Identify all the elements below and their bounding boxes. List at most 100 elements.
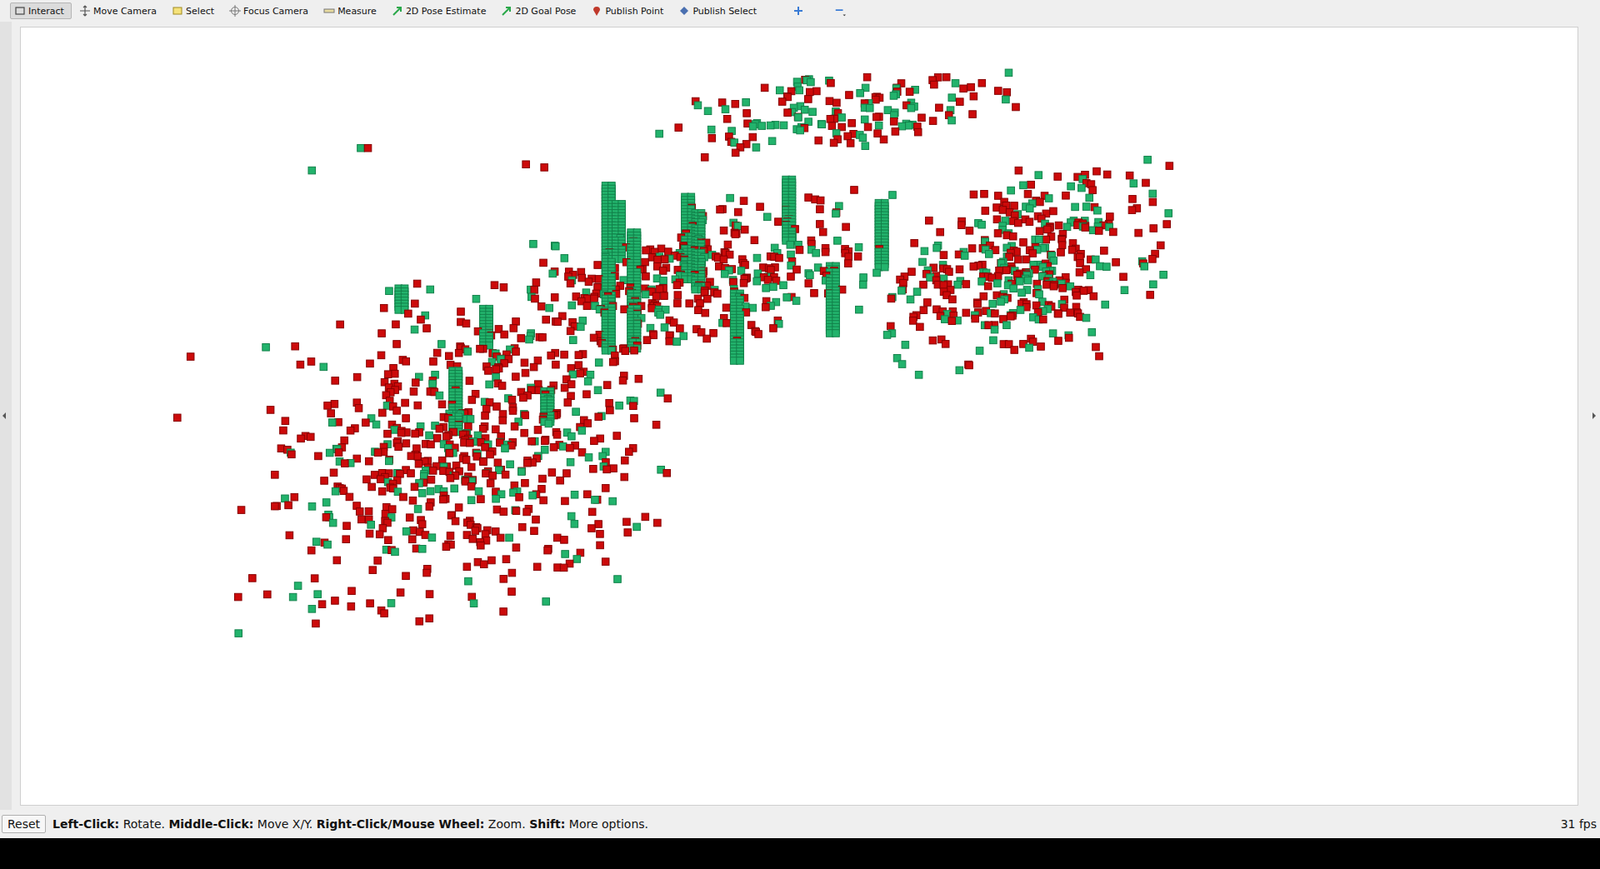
voxel [429, 467, 437, 475]
voxel [1144, 155, 1152, 164]
voxel [750, 236, 759, 245]
tool-button[interactable]: 2D Goal Pose [496, 2, 584, 20]
voxel [390, 426, 399, 435]
voxel [534, 426, 542, 435]
voxel [530, 286, 539, 295]
voxel [590, 334, 598, 342]
tool-button[interactable]: Focus Camera [225, 2, 316, 20]
voxel [883, 331, 891, 340]
tool-button[interactable]: Move Camera [75, 2, 165, 20]
voxel [315, 452, 323, 460]
voxel [898, 360, 906, 369]
tool-button[interactable]: Interact [10, 2, 72, 20]
voxel [860, 274, 868, 282]
voxel [1020, 181, 1028, 190]
voxel [446, 475, 455, 483]
voxel [377, 351, 385, 360]
voxel [1016, 277, 1025, 285]
voxel [1012, 103, 1020, 111]
voxel [845, 91, 854, 100]
voxel [328, 419, 336, 427]
voxel [465, 377, 474, 385]
voxel [936, 228, 945, 236]
voxel [740, 225, 749, 234]
voxel [828, 122, 836, 130]
voxel [1057, 249, 1065, 257]
voxel [1080, 287, 1088, 295]
voxel [493, 505, 501, 514]
voxel [610, 358, 618, 366]
voxel [570, 491, 579, 500]
voxel [920, 306, 928, 315]
voxel [568, 432, 576, 440]
voxel [749, 122, 757, 130]
voxel [990, 325, 999, 334]
voxel [696, 300, 705, 308]
voxel [845, 253, 853, 261]
voxel [601, 485, 610, 493]
voxel [994, 280, 1002, 288]
voxel [935, 104, 944, 112]
voxel [620, 473, 629, 481]
voxel [1096, 262, 1105, 270]
left-dock-toggle[interactable] [0, 21, 20, 810]
voxel [327, 410, 335, 418]
tool-button[interactable]: 2D Pose Estimate [387, 2, 495, 20]
voxel [731, 100, 740, 108]
voxel [1059, 285, 1067, 293]
add-tool-icon[interactable] [792, 5, 805, 17]
voxel [793, 265, 801, 274]
voxel [948, 317, 956, 325]
tool-button[interactable]: Select [167, 2, 222, 20]
voxel [1027, 180, 1035, 189]
render-view[interactable] [20, 26, 1579, 806]
voxel [480, 458, 488, 466]
voxel [969, 110, 977, 119]
voxel [1129, 195, 1137, 204]
voxel [415, 460, 423, 468]
voxel [659, 267, 667, 275]
voxel [665, 337, 674, 345]
voxel [619, 376, 627, 385]
voxel [663, 469, 671, 477]
voxel [288, 450, 296, 459]
voxel [525, 335, 534, 344]
voxel [694, 101, 702, 110]
voxel [856, 89, 865, 97]
voxel [1062, 191, 1070, 200]
voxel [981, 207, 990, 215]
voxel [1112, 259, 1120, 267]
voxel [660, 255, 669, 264]
voxel [1082, 203, 1090, 211]
voxel [485, 399, 494, 407]
voxel [590, 465, 598, 474]
octomap-scene [20, 27, 1578, 805]
voxel [764, 276, 772, 285]
voxel [376, 475, 385, 484]
voxel [859, 280, 867, 289]
voxel [778, 98, 786, 106]
remove-tool-icon[interactable] [832, 5, 848, 17]
voxel [945, 268, 954, 276]
tool-button[interactable]: Publish Point [586, 2, 671, 20]
select-icon [171, 5, 184, 17]
tool-button[interactable]: Measure [319, 2, 385, 20]
voxel [1005, 69, 1013, 77]
voxel [445, 449, 453, 457]
voxel [532, 279, 540, 287]
voxel [930, 80, 939, 89]
voxel [695, 306, 703, 315]
voxel [630, 415, 639, 423]
voxel [891, 128, 900, 136]
voxel [948, 94, 956, 102]
voxel [433, 349, 441, 357]
tool-button[interactable]: Publish Select [674, 2, 765, 20]
voxel [1128, 206, 1136, 215]
voxel [1015, 255, 1023, 264]
voxel [898, 287, 906, 295]
voxel [886, 322, 895, 330]
voxel [559, 443, 567, 451]
voxel [707, 125, 715, 134]
voxel [730, 278, 738, 286]
voxel [978, 79, 986, 87]
